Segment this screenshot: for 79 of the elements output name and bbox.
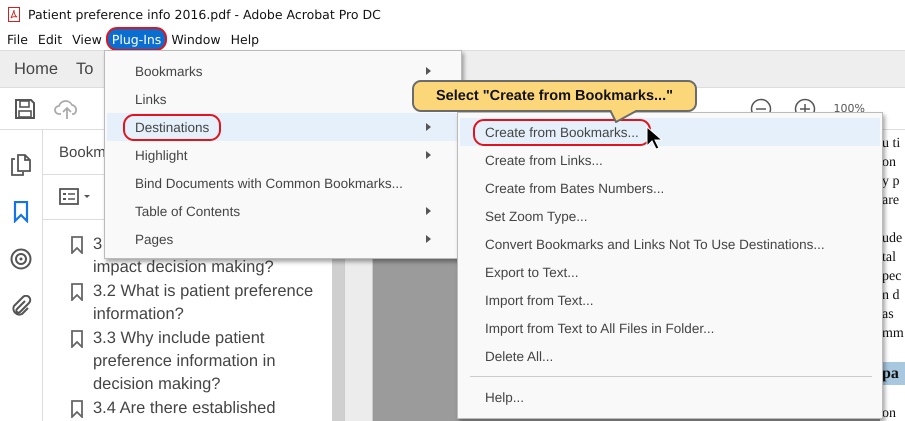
menu-item-label: Export to Text...: [485, 264, 579, 282]
menu-item-label: Delete All...: [485, 348, 554, 366]
menu-item[interactable]: Table of Contents: [107, 197, 459, 225]
menu-item[interactable]: Import from Text...: [460, 286, 880, 314]
options-icon[interactable]: [59, 187, 93, 207]
menu-item-label: Convert Bookmarks and Links Not To Use Destinations...: [485, 236, 825, 254]
submenu-arrow-icon: [426, 151, 431, 159]
menu-item[interactable]: Bookmarks: [107, 57, 459, 85]
bookmark-icon: [71, 330, 83, 348]
document-text: pec: [882, 268, 902, 286]
document-text: u ti: [882, 135, 902, 153]
menu-item-label: Pages: [135, 230, 174, 249]
document-text: n d: [882, 287, 900, 305]
bookmark-label[interactable]: 3.3 Why include patient: [93, 327, 276, 350]
menu-item-label: Import from Text...: [485, 292, 594, 310]
menu-item[interactable]: Import from Text to All Files in Folder...: [460, 314, 880, 342]
menu-item[interactable]: Export to Text...: [460, 258, 880, 286]
menu-item[interactable]: Help...: [460, 383, 880, 411]
tab[interactable]: Home: [14, 60, 58, 78]
document-text: tal: [882, 249, 897, 267]
panel-title: Bookm: [59, 144, 106, 160]
submenu-arrow-icon: [426, 207, 431, 215]
menu-item-label: Create from Bates Numbers...: [485, 180, 664, 198]
bookmark-label[interactable]: preference information in: [93, 350, 276, 373]
document-text: mm: [882, 325, 905, 343]
menu-item[interactable]: Set Zoom Type...: [460, 202, 880, 230]
window-title: Patient preference info 2016.pdf - Adobe Acrobat Pro DC: [28, 6, 381, 22]
bookmark-icon[interactable]: [13, 201, 29, 223]
bookmark-icon: [71, 283, 83, 301]
menu-item[interactable]: Edit: [32, 28, 68, 50]
document-heading: pa: [882, 364, 900, 383]
bookmark-label[interactable]: decision making?: [93, 373, 276, 396]
document-text: are: [882, 192, 900, 210]
menu-item[interactable]: Create from Links...: [460, 146, 880, 174]
pdf-file-icon: [8, 6, 20, 22]
menu-item-label: Destinations: [123, 114, 222, 140]
menu-item-label: Table of Contents: [135, 202, 240, 220]
submenu-arrow-icon: [426, 235, 431, 243]
menu-item[interactable]: Destinations: [107, 113, 459, 141]
menu-item[interactable]: Create from Bookmarks...: [460, 118, 880, 146]
document-text: on: [882, 405, 897, 421]
document-text: y p: [882, 173, 900, 191]
menu-item[interactable]: View: [67, 28, 107, 50]
bookmark-label[interactable]: information?: [93, 303, 314, 326]
menu-item-label: Highlight: [135, 146, 188, 165]
submenu-arrow-icon: [426, 67, 431, 75]
tab[interactable]: To: [76, 60, 94, 78]
menu-item[interactable]: Convert Bookmarks and Links Not To Use Destinations...: [460, 230, 880, 258]
menu-item-label: Bookmarks: [135, 62, 203, 80]
target-icon[interactable]: [10, 248, 32, 270]
callout-text: Select "Create from Bookmarks...": [436, 88, 673, 104]
bookmark-label[interactable]: impact decision making?: [93, 256, 274, 279]
pages-icon[interactable]: [11, 154, 31, 176]
bookmark-icon: [71, 400, 83, 418]
menu-item-label: Create from Links...: [485, 152, 603, 170]
submenu-arrow-icon: [426, 123, 431, 131]
menu-item-label: Set Zoom Type...: [485, 208, 588, 226]
document-text: ude: [882, 230, 904, 248]
document-text: on: [882, 154, 897, 172]
menu-item[interactable]: Help: [226, 28, 264, 50]
menu-item-label: Import from Text to All Files in Folder...: [485, 320, 714, 338]
paperclip-icon[interactable]: [10, 295, 32, 317]
save-icon[interactable]: [14, 98, 36, 120]
menu-item-label: Help...: [485, 388, 524, 407]
menu-item[interactable]: Create from Bates Numbers...: [460, 174, 880, 202]
menu-item[interactable]: Plug-Ins: [106, 28, 166, 50]
bookmark-label[interactable]: 3.2 What is patient preference: [93, 280, 314, 303]
menu-item[interactable]: File: [2, 28, 33, 50]
menu-item[interactable]: Delete All...: [460, 342, 880, 370]
document-text: as: [882, 306, 895, 324]
menu-item[interactable]: Pages: [107, 225, 459, 253]
zoom-field[interactable]: 100%: [834, 102, 865, 115]
menu-item[interactable]: Bind Documents with Common Bookmarks...: [107, 169, 459, 197]
bookmark-icon: [71, 236, 83, 254]
bookmark-label[interactable]: 3.4 Are there established: [93, 397, 276, 420]
mouse-cursor-icon: [646, 126, 662, 150]
menu-item[interactable]: Window: [166, 28, 226, 50]
menu-item[interactable]: Highlight: [107, 141, 459, 169]
menu-item-label: Bind Documents with Common Bookmarks...: [135, 174, 403, 192]
